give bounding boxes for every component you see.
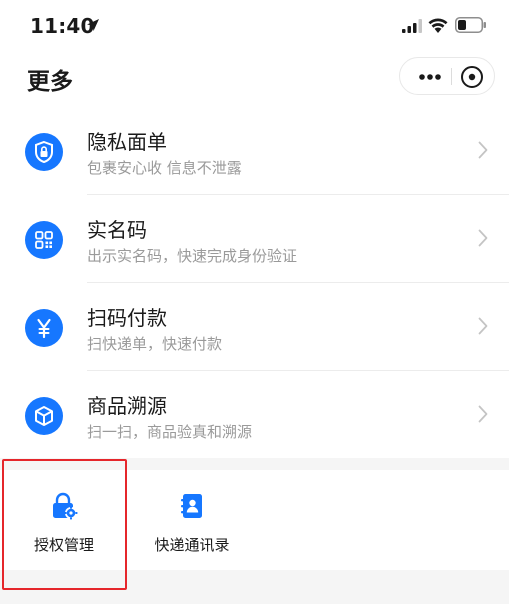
list-item-subtitle: 出示实名码，快速完成身份验证 [87,247,298,265]
lock-gear-icon [53,492,78,520]
list-item-real-name-code[interactable]: 实名码 出示实名码，快速完成身份验证 [0,195,509,283]
list-item-icon-bg [25,221,63,259]
more-menu-button[interactable] [412,58,448,94]
tile-label: 快递通讯录 [154,536,230,554]
more-dots-icon [419,74,441,80]
list-item-icon-bg [25,133,63,171]
box-icon [35,406,53,426]
main-panel: 11:40 更多 隐私面单 包裹安心收 信息不泄露 实名码 出示实名码，快速完成… [0,0,509,458]
list-item-scan-to-pay[interactable]: 扫码付款 扫快递单，快速付款 [0,283,509,371]
contacts-book-icon [181,494,202,518]
list-item-icon-bg [25,397,63,435]
location-arrow-icon [87,19,99,31]
list-item-subtitle: 扫快递单，快速付款 [87,335,223,353]
status-bar: 11:40 [0,0,509,56]
chevron-right-icon [478,141,488,159]
list-item-title: 商品溯源 [87,394,167,418]
list-item-privacy-waybill[interactable]: 隐私面单 包裹安心收 信息不泄露 [0,107,509,195]
list-item-title: 扫码付款 [87,306,167,330]
tile-express-contacts[interactable]: 快递通讯录 [128,470,256,570]
battery-icon [455,17,486,33]
status-time: 11:40 [30,14,95,38]
wifi-icon [428,18,448,33]
mini-program-capsule [399,57,495,95]
list-item-title: 实名码 [87,218,147,242]
qr-code-icon [35,231,53,249]
capsule-divider [451,68,452,85]
shield-lock-icon [35,140,53,164]
list-item-subtitle: 扫一扫，商品验真和溯源 [87,423,253,441]
tile-label: 授权管理 [33,536,94,554]
chevron-right-icon [478,405,488,423]
close-circle-icon [461,66,483,88]
close-mini-program-button[interactable] [460,65,484,89]
list-item-product-traceability[interactable]: 商品溯源 扫一扫，商品验真和溯源 [0,371,509,459]
tile-authorization-management[interactable]: 授权管理 [0,470,128,570]
quick-tools-grid: 授权管理 快递通讯录 [0,470,509,570]
page-title: 更多 [27,69,73,95]
chevron-right-icon [478,317,488,335]
yen-icon [37,318,51,339]
chevron-right-icon [478,229,488,247]
cellular-signal-icon [402,19,422,33]
list-item-subtitle: 包裹安心收 信息不泄露 [87,159,242,177]
list-item-icon-bg [25,309,63,347]
list-item-title: 隐私面单 [87,130,167,154]
